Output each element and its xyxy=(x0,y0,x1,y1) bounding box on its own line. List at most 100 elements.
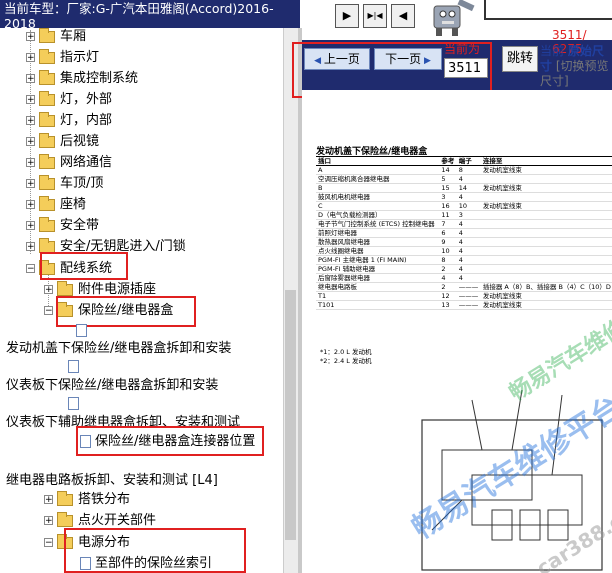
table-cell: T101 xyxy=(316,300,440,310)
table-row: D（电气负载检测器） 11 3 xyxy=(316,210,612,220)
folder-icon xyxy=(39,132,55,148)
mascot-icon xyxy=(426,0,478,38)
expand-icon[interactable]: + xyxy=(44,285,53,295)
table-cell: 4 xyxy=(456,255,481,265)
vehicle-info: 当前车型：厂家:G-广汽本田雅阁(Accord)2016-2018 xyxy=(0,0,300,28)
expand-icon[interactable]: + xyxy=(44,516,53,526)
table-cell: 12 xyxy=(439,291,457,301)
table-cell: 4 xyxy=(456,219,481,229)
doc-icon-row[interactable] xyxy=(68,358,83,376)
tree-item[interactable]: + 车顶/顶 xyxy=(26,174,103,193)
table-cell xyxy=(480,237,612,247)
tree-item[interactable]: + 灯，外部 xyxy=(26,90,112,109)
table-cell: PGM-FI 主继电器 1 (FI MAIN) xyxy=(316,255,440,265)
expand-icon[interactable]: + xyxy=(26,242,35,252)
table-cell xyxy=(480,210,612,220)
table-cell: 4 xyxy=(456,192,481,202)
tree-item[interactable]: + 车厢 xyxy=(26,28,86,46)
tree-scrollbar[interactable] xyxy=(283,28,298,573)
tree-item[interactable]: + 网络通信 xyxy=(26,153,112,172)
tree-item[interactable]: + 安全带 xyxy=(26,216,99,235)
table-cell xyxy=(480,255,612,265)
document-icon xyxy=(76,324,87,337)
table-cell: ——— xyxy=(456,291,481,301)
tree-item[interactable]: + 后视镜 xyxy=(26,132,100,151)
tree-item[interactable]: + 集成控制系统 xyxy=(26,69,139,88)
expand-icon[interactable]: + xyxy=(26,74,35,84)
table-cell: B xyxy=(316,183,440,193)
folder-icon xyxy=(57,280,73,296)
folder-icon xyxy=(39,111,55,127)
table-row: 后窗除雾器继电器 4 4 xyxy=(316,273,612,283)
tree-item-label: 座椅 xyxy=(60,197,87,212)
tree-leaf[interactable]: 发动机盖下保险丝/继电器盒拆卸和安装 xyxy=(6,340,231,358)
table-row: 散热器风扇继电器 9 4 xyxy=(316,237,612,247)
table-row: 点火线圈继电器 10 4 xyxy=(316,246,612,256)
table-cell xyxy=(480,264,612,274)
collapse-icon[interactable]: − xyxy=(26,264,35,274)
tree-item-label: 后视镜 xyxy=(60,134,100,149)
table-cell: 6 xyxy=(439,228,457,238)
expand-icon[interactable]: + xyxy=(26,221,35,231)
table-row: PGM-FI 辅助继电器 2 4 xyxy=(316,264,612,274)
table-row: 前照灯继电器 6 4 xyxy=(316,228,612,238)
jump-button[interactable]: 跳转 xyxy=(502,46,538,72)
collapse-icon[interactable]: − xyxy=(44,538,53,548)
tree-item[interactable]: + 灯，内部 xyxy=(26,111,112,130)
size-info: 当前 原始尺寸 [切换预览尺寸] xyxy=(540,44,612,89)
table-cell: ——— xyxy=(456,282,481,292)
folder-icon xyxy=(39,195,55,211)
top-info-box xyxy=(484,0,612,20)
document-icon xyxy=(68,360,79,373)
folder-icon xyxy=(57,490,73,506)
doc-icon-row[interactable] xyxy=(68,395,83,413)
doc-icon-row[interactable] xyxy=(76,322,91,340)
table-cell: 4 xyxy=(456,228,481,238)
table-cell: 鼓风机电机继电器 xyxy=(316,192,440,202)
table-cell: 14 xyxy=(456,183,481,193)
note: *2：2.4 L 发动机 xyxy=(320,357,372,365)
nav-fit-button[interactable]: ▶|◀ xyxy=(363,4,387,28)
connector-table: 插口 参考 端子 连接至 A 14 8 发动机室线束 空调压缩机离合器继电器 5 4 B 15 1… xyxy=(316,156,612,310)
table-cell: 继电器电路板 xyxy=(316,282,440,292)
note: *1：2.0 L 发动机 xyxy=(320,348,372,356)
expand-icon[interactable]: + xyxy=(26,32,35,42)
expand-icon[interactable]: + xyxy=(26,158,35,168)
nav-back-button[interactable]: ◀ xyxy=(391,4,415,28)
scrollbar-thumb[interactable] xyxy=(285,290,296,540)
folder-icon xyxy=(39,90,55,106)
table-cell: 11 xyxy=(439,210,457,220)
expand-icon[interactable]: + xyxy=(26,179,35,189)
expand-icon[interactable]: + xyxy=(26,53,35,63)
column-header: 插口 xyxy=(316,156,440,166)
table-cell: 3 xyxy=(456,210,481,220)
folder-icon xyxy=(39,28,55,43)
expand-icon[interactable]: + xyxy=(26,137,35,147)
nav-forward-button[interactable]: ▶ xyxy=(335,4,359,28)
table-cell: 3 xyxy=(439,192,457,202)
vehicle-label: 当前车型： xyxy=(4,1,67,16)
tree-leaf[interactable]: 继电器电路板拆卸、安装和测试 [L4] xyxy=(6,472,218,490)
table-cell: 4 xyxy=(456,237,481,247)
table-cell: 2 xyxy=(439,264,457,274)
expand-icon[interactable]: + xyxy=(26,200,35,210)
table-cell: 10 xyxy=(456,201,481,211)
tree-item[interactable]: + 座椅 xyxy=(26,195,87,214)
tree-item-label: 集成控制系统 xyxy=(60,71,139,86)
table-cell: 9 xyxy=(439,237,457,247)
table-cell: 发动机室线束 xyxy=(480,165,612,175)
document-icon xyxy=(68,397,79,410)
expand-icon[interactable]: + xyxy=(44,495,53,505)
expand-icon[interactable]: + xyxy=(26,95,35,105)
table-cell xyxy=(480,219,612,229)
tree-item[interactable]: + 指示灯 xyxy=(26,48,100,67)
tree-item-label: 指示灯 xyxy=(60,50,100,65)
tree-item-label: 点火开关部件 xyxy=(78,513,157,528)
tree-item[interactable]: + 搭铁分布 xyxy=(44,490,130,509)
collapse-icon[interactable]: − xyxy=(44,306,53,316)
table-cell: PGM-FI 辅助继电器 xyxy=(316,264,440,274)
column-header: 连接至 xyxy=(480,156,612,166)
expand-icon[interactable]: + xyxy=(26,116,35,126)
table-row: PGM-FI 主继电器 1 (FI MAIN) 8 4 xyxy=(316,255,612,265)
tree-leaf[interactable]: 仪表板下保险丝/继电器盒拆卸和安装 xyxy=(6,377,218,395)
